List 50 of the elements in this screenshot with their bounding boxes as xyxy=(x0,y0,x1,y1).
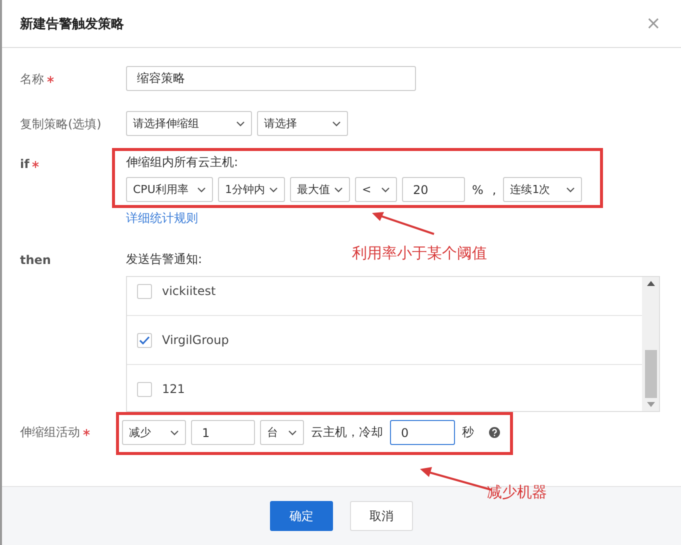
checkbox[interactable] xyxy=(137,332,152,348)
statistics-rules-link[interactable]: 详细统计规则 xyxy=(126,211,198,225)
annotation-text: 利用率小于某个阈值 xyxy=(352,244,487,263)
dropdown[interactable]: 连续1次 xyxy=(503,177,582,202)
chevron-down-icon xyxy=(566,186,576,192)
field-label: 复制策略(选填) xyxy=(20,116,102,133)
chevron-down-icon xyxy=(170,430,179,436)
confirm-button[interactable]: 确定 xyxy=(270,501,333,531)
name-field[interactable]: 缩容策略 xyxy=(126,66,416,91)
dropdown[interactable]: 请选择伸缩组 xyxy=(126,111,252,136)
chevron-down-icon xyxy=(381,186,390,192)
unit-label: 秒 xyxy=(461,424,475,441)
input-field[interactable]: 20 xyxy=(402,177,465,202)
list-item[interactable]: VirgilGroup xyxy=(127,316,642,365)
chevron-down-icon xyxy=(332,120,341,126)
notification-caption: 发送告警通知: xyxy=(126,251,202,268)
annotation-arrow xyxy=(370,210,436,236)
scroll-up-icon[interactable] xyxy=(646,281,654,286)
checkbox[interactable] xyxy=(137,284,152,298)
checkbox[interactable] xyxy=(137,382,152,396)
dropdown[interactable]: 1分钟内 xyxy=(218,177,285,202)
help-icon[interactable] xyxy=(489,427,500,438)
field-label: if xyxy=(20,157,30,171)
dropdown[interactable]: < xyxy=(355,177,397,202)
condition-caption: 伸缩组内所有云主机: xyxy=(126,154,238,171)
unit-label: % xyxy=(471,182,484,196)
list-item[interactable]: vickiitest xyxy=(127,277,642,316)
dropdown[interactable]: 台 xyxy=(260,420,304,445)
dropdown[interactable]: 最大值 xyxy=(290,177,350,202)
chevron-down-icon xyxy=(334,186,343,192)
scrollbar[interactable] xyxy=(642,277,659,411)
scroll-down-icon[interactable] xyxy=(646,402,654,407)
field-label: 名称 xyxy=(20,71,44,88)
dropdown[interactable]: CPU利用率 xyxy=(126,177,213,202)
chevron-down-icon xyxy=(288,430,297,436)
dropdown[interactable]: 减少 xyxy=(122,420,186,445)
chevron-down-icon xyxy=(197,186,206,192)
chevron-down-icon xyxy=(269,186,278,192)
cancel-button[interactable]: 取消 xyxy=(350,501,413,531)
input-field[interactable]: 0 xyxy=(390,420,455,445)
dialog-title: 新建告警触发策略 xyxy=(20,16,124,32)
unit-label: 云主机，冷却 xyxy=(310,424,384,441)
field-label: then xyxy=(20,253,51,267)
unit-label: , xyxy=(491,182,498,196)
annotation-text: 减少机器 xyxy=(487,483,547,502)
field-label: 伸缩组活动 xyxy=(20,424,80,441)
input-field[interactable]: 1 xyxy=(191,420,255,445)
scrollbar-thumb[interactable] xyxy=(644,350,656,398)
chevron-down-icon xyxy=(236,120,245,126)
dropdown[interactable]: 请选择 xyxy=(257,111,348,136)
